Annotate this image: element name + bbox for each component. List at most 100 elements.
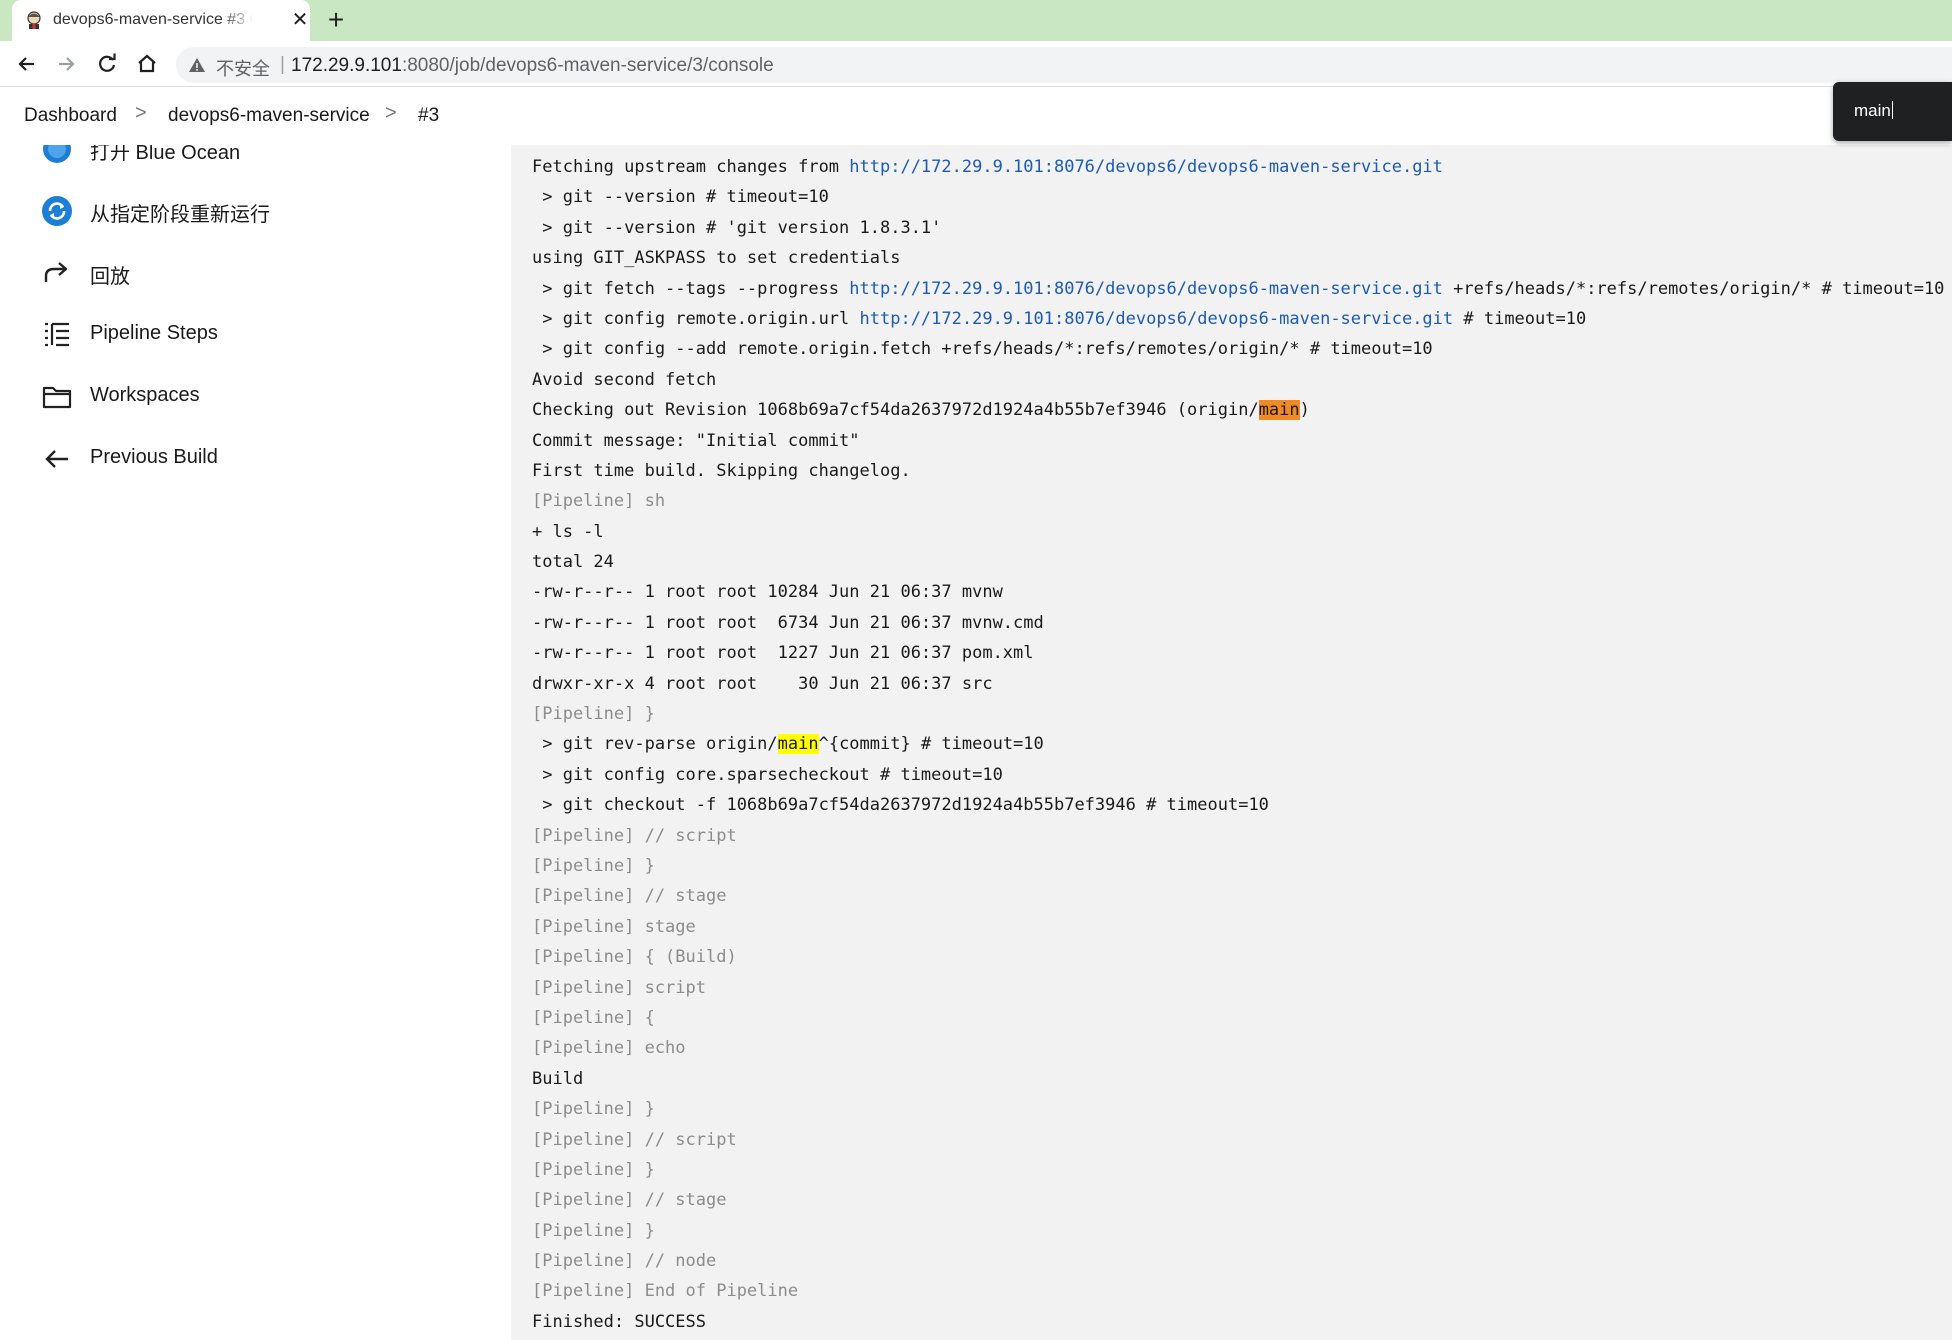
sidebar-item-label: Pipeline Steps [90,322,218,344]
console-text: [Pipeline] } [532,1220,655,1241]
console-text: Finished: SUCCESS [532,1311,706,1332]
console-text: # timeout=10 [1453,308,1587,329]
console-text: +refs/heads/*:refs/remotes/origin/* # ti… [1442,278,1945,299]
tab-title: devops6-maven-service #3 Console [53,11,253,28]
console-line: > git checkout -f 1068b69a7cf54da2637972… [532,790,1944,820]
find-in-page-bar: main [1833,82,1952,141]
sidebar-item-restart-stage[interactable]: 从指定阶段重新运行 [40,190,480,230]
console-line: Build [532,1064,1944,1094]
text-caret [1891,101,1893,119]
sidebar-item-blue-ocean[interactable]: 打开 Blue Ocean [40,145,480,168]
console-text: total 24 [532,552,614,573]
console-text: [Pipeline] script [532,977,706,998]
breadcrumb-build[interactable]: #3 [418,105,439,127]
sidebar-item-label: Previous Build [90,446,218,468]
console-pipeline-line: [Pipeline] // stage [532,881,1944,911]
console-pipeline-line: [Pipeline] } [532,1216,1944,1246]
url-path: :8080/job/devops6-maven-service/3/consol… [401,55,774,76]
console-line: Fetching upstream changes from http://17… [532,152,1944,182]
sidebar-item-label: Workspaces [90,384,200,406]
console-line: > git rev-parse origin/main^{commit} # t… [532,729,1944,759]
breadcrumb-dashboard[interactable]: Dashboard [24,105,117,127]
console-line: > git --version # 'git version 1.8.3.1' [532,213,1944,243]
console-text: [Pipeline] stage [532,916,696,937]
console-pipeline-line: [Pipeline] { (Build) [532,942,1944,972]
sidebar-item-pipeline-steps[interactable]: Pipeline Steps [40,314,480,354]
console-pipeline-line: [Pipeline] stage [532,912,1944,942]
console-line: drwxr-xr-x 4 root root 30 Jun 21 06:37 s… [532,669,1944,699]
console-line: First time build. Skipping changelog. [532,456,1944,486]
console-text: [Pipeline] // stage [532,1190,727,1211]
console-link[interactable]: http://172.29.9.101:8076/devops6/devops6… [860,309,1454,329]
console-text: Fetching upstream changes from [532,157,850,177]
console-text: [Pipeline] // node [532,1251,717,1272]
url-separator: | [280,54,285,75]
console-line: -rw-r--r-- 1 root root 10284 Jun 21 06:3… [532,577,1944,607]
console-text: [Pipeline] // stage [532,886,727,907]
console-text: -rw-r--r-- 1 root root 1227 Jun 21 06:37… [532,643,1034,664]
back-arrow-icon[interactable] [12,49,42,79]
console-link[interactable]: http://172.29.9.101:8076/devops6/devops6… [849,157,1443,177]
console-pipeline-line: [Pipeline] // node [532,1246,1944,1276]
console-text: Build [532,1068,584,1089]
url-text[interactable]: 172.29.9.101:8080/job/devops6-maven-serv… [291,55,774,77]
find-current-match: main [1258,400,1300,421]
console-text: + ls -l [532,521,604,542]
find-input[interactable]: main [1854,101,1893,121]
console-text: ) [1299,400,1310,421]
jenkins-favicon-icon [24,10,44,30]
reload-icon[interactable] [92,49,122,79]
close-tab-icon[interactable]: ✕ [288,8,312,32]
arrow-left-icon [40,442,74,476]
console-text: > git config --add remote.origin.fetch +… [532,339,1433,360]
console-text: [Pipeline] { [532,1007,655,1028]
console-output: Fetching upstream changes from http://17… [511,145,1952,1340]
sidebar-item-previous-build[interactable]: Previous Build [40,438,480,478]
console-pipeline-line: [Pipeline] } [532,851,1944,881]
sidebar-item-label: 打开 Blue Ocean [90,145,241,164]
find-query: main [1854,101,1891,120]
not-secure-label[interactable]: 不安全 [216,55,270,81]
home-icon[interactable] [132,49,162,79]
breadcrumb: Dashboard > devops6-maven-service > #3 [0,88,511,145]
console-line: total 24 [532,547,1944,577]
console-text: [Pipeline] echo [532,1038,686,1059]
new-tab-button[interactable]: + [322,6,350,34]
console-pipeline-line: [Pipeline] // script [532,1125,1944,1155]
console-text: ^{commit} # timeout=10 [818,734,1044,755]
console-text: -rw-r--r-- 1 root root 10284 Jun 21 06:3… [532,582,1003,603]
sidebar-item-workspaces[interactable]: Workspaces [40,376,480,416]
sidebar-item-label: 回放 [90,266,130,288]
warning-icon[interactable] [188,56,206,74]
console-line: > git --version # timeout=10 [532,182,1944,212]
url-host: 172.29.9.101 [291,55,402,76]
breadcrumb-job[interactable]: devops6-maven-service [168,105,370,127]
console-text: > git config core.sparsecheckout # timeo… [532,764,1003,785]
console-pipeline-line: [Pipeline] script [532,973,1944,1003]
browser-tab-strip: devops6-maven-service #3 Console ✕ + [0,0,1952,41]
console-text: using GIT_ASKPASS to set credentials [532,248,901,269]
address-bar[interactable]: 不安全 | 172.29.9.101:8080/job/devops6-mave… [176,47,1952,83]
find-match: main [777,734,819,755]
console-line: Avoid second fetch [532,365,1944,395]
console-text: [Pipeline] } [532,855,655,876]
console-text: [Pipeline] // script [532,825,737,846]
forward-arrow-icon[interactable] [51,49,81,79]
console-pipeline-line: [Pipeline] { [532,1003,1944,1033]
folder-icon [40,380,74,414]
browser-tab[interactable]: devops6-maven-service #3 Console ✕ [12,0,310,41]
restart-stage-icon [40,194,74,228]
console-text: First time build. Skipping changelog. [532,460,911,481]
console-link[interactable]: http://172.29.9.101:8076/devops6/devops6… [849,279,1443,299]
sidebar-item-replay[interactable]: 回放 [40,252,480,292]
console-pipeline-line: [Pipeline] // script [532,821,1944,851]
console-text: [Pipeline] } [532,704,655,725]
console-line: using GIT_ASKPASS to set credentials [532,243,1944,273]
console-pipeline-line: [Pipeline] } [532,1155,1944,1185]
console-text: > git fetch --tags --progress [532,278,850,299]
console-text: > git --version # 'git version 1.8.3.1' [532,217,942,238]
console-text: > git config remote.origin.url [532,308,860,329]
console-text: > git rev-parse origin/ [532,734,778,755]
console-line: -rw-r--r-- 1 root root 6734 Jun 21 06:37… [532,608,1944,638]
console-text: Checking out Revision 1068b69a7cf54da263… [532,400,1259,421]
